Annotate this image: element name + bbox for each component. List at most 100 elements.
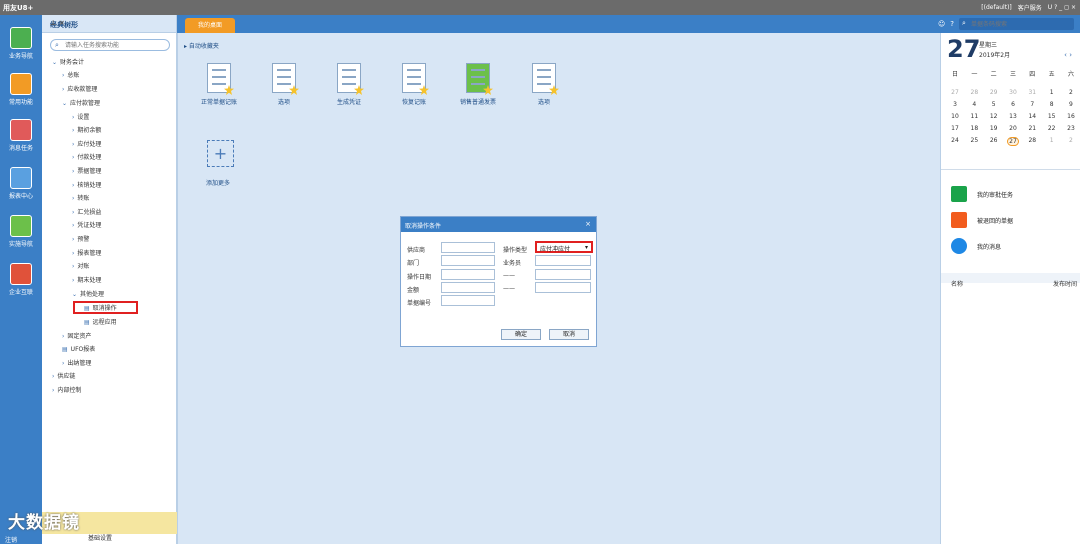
tree-item[interactable]: › 付款处理 <box>0 152 135 161</box>
calendar-date[interactable]: 3 <box>949 101 961 108</box>
window-controls[interactable]: U ? _ ◻ × <box>1048 4 1076 11</box>
dept-input[interactable] <box>441 255 495 266</box>
amount-to-input[interactable] <box>535 282 591 293</box>
tab-desktop[interactable]: 我的桌面 <box>185 18 235 33</box>
op-date-input[interactable] <box>441 269 495 280</box>
calendar-nav-icon[interactable]: ‹ › <box>1064 51 1072 59</box>
calendar-date[interactable]: 10 <box>949 113 961 120</box>
customer-service-link[interactable]: 客户服务 <box>1018 3 1042 12</box>
tree-item[interactable]: ⌄ 其他处理 <box>0 289 135 298</box>
tree-item[interactable]: › 固定资产 <box>0 331 135 340</box>
calendar-date[interactable]: 12 <box>988 113 1000 120</box>
calendar-date[interactable]: 27 <box>949 89 961 96</box>
op-type-select[interactable]: 应付冲应付 ▾ <box>535 241 593 253</box>
calendar-today[interactable]: 27 <box>1006 137 1019 146</box>
tree-item[interactable]: › 设置 <box>0 112 135 121</box>
calendar-date[interactable]: 28 <box>1026 137 1038 146</box>
tree-item[interactable]: ⌄ 财务会计 <box>0 57 135 66</box>
calendar-date[interactable]: 9 <box>1065 101 1077 108</box>
tree-item[interactable]: ⌄ 应付款管理 <box>0 98 135 107</box>
menu-search[interactable]: ⌕ <box>50 39 170 51</box>
calendar-date[interactable]: 15 <box>1046 113 1058 120</box>
task-returned[interactable]: 被退回的单据 <box>951 212 1013 228</box>
amount-input[interactable] <box>441 282 495 293</box>
smile-icon[interactable]: ☺ <box>938 20 945 28</box>
tree-item[interactable]: › 转账 <box>0 193 135 202</box>
calendar-date[interactable]: 13 <box>1007 113 1019 120</box>
calendar-date[interactable]: 17 <box>949 125 961 132</box>
calendar-date[interactable]: 22 <box>1046 125 1058 132</box>
calendar-date[interactable]: 21 <box>1026 125 1038 132</box>
tile-generate-voucher[interactable]: 生成凭证 <box>319 63 379 106</box>
tile-options[interactable]: 选项 <box>254 63 314 106</box>
calendar-date[interactable]: 14 <box>1026 113 1038 120</box>
ok-button[interactable]: 确定 <box>501 329 541 340</box>
tree-item[interactable]: › 票据管理 <box>0 166 135 175</box>
calendar-date[interactable]: 16 <box>1065 113 1077 120</box>
pin-close-icon[interactable]: ⊥ × <box>50 19 170 27</box>
calendar-date[interactable]: 8 <box>1046 101 1058 108</box>
help-icon[interactable]: ? <box>950 20 954 28</box>
tree-item[interactable]: › 期末处理 <box>0 275 135 284</box>
date-to-input[interactable] <box>535 269 591 280</box>
tile-normal-posting[interactable]: 正常单据记账 <box>189 63 249 106</box>
tree-item[interactable]: › 总账 <box>0 70 135 79</box>
calendar-date[interactable]: 31 <box>1026 89 1038 96</box>
bill-no-label: 单据编号 <box>407 300 432 307</box>
task-approval[interactable]: 我的审批任务 <box>951 186 1013 202</box>
calendar-date[interactable]: 24 <box>949 137 961 146</box>
nav-business[interactable]: 业务导航 <box>0 27 42 60</box>
tree-item[interactable]: › 应收款管理 <box>0 84 135 93</box>
tree-item[interactable]: ▤ UFO报表 <box>0 344 135 353</box>
calendar-date[interactable]: 1 <box>1046 89 1058 96</box>
cancel-button[interactable]: 取消 <box>549 329 589 340</box>
calendar-date[interactable]: 20 <box>1007 125 1019 132</box>
tile-options-2[interactable]: 选项 <box>514 63 574 106</box>
salesman-input[interactable] <box>535 255 591 266</box>
tree-item[interactable]: › 内部控制 <box>0 385 135 394</box>
calendar-date[interactable]: 19 <box>988 125 1000 132</box>
calendar-date[interactable]: 11 <box>968 113 980 120</box>
vendor-input[interactable] <box>441 242 495 253</box>
calendar-date[interactable]: 26 <box>988 137 1000 146</box>
calendar-date[interactable]: 6 <box>1007 101 1019 108</box>
invoice-icon <box>466 63 490 93</box>
tree-item[interactable]: › 期初余额 <box>0 125 135 134</box>
auto-favorites-header[interactable]: ▸ 自动收藏夹 <box>184 41 219 50</box>
bill-no-input[interactable] <box>441 295 495 306</box>
bill-search-input[interactable] <box>971 20 1066 28</box>
calendar-date[interactable]: 2 <box>1065 89 1077 96</box>
tree-item[interactable]: › 出纳管理 <box>0 358 135 367</box>
tree-item[interactable]: › 供应链 <box>0 371 135 380</box>
base-settings-button[interactable]: 基础设置 <box>88 533 112 542</box>
calendar-date[interactable]: 18 <box>968 125 980 132</box>
tree-item[interactable]: › 应付处理 <box>0 139 135 148</box>
tree-item[interactable]: › 对账 <box>0 261 135 270</box>
logout-button[interactable]: 注销 <box>5 535 17 544</box>
tree-item[interactable]: › 核销处理 <box>0 180 135 189</box>
calendar-date[interactable]: 23 <box>1065 125 1077 132</box>
calendar-date[interactable]: 4 <box>968 101 980 108</box>
tree-item[interactable]: › 报表管理 <box>0 248 135 257</box>
calendar-date[interactable]: 28 <box>968 89 980 96</box>
calendar-date[interactable]: 30 <box>1007 89 1019 96</box>
calendar-date[interactable]: 25 <box>968 137 980 146</box>
tile-restore-posting[interactable]: 恢复记账 <box>384 63 444 106</box>
search-icon: ⌕ <box>55 41 59 49</box>
calendar-date[interactable]: 5 <box>988 101 1000 108</box>
calendar-date[interactable]: 29 <box>988 89 1000 96</box>
tree-item[interactable]: ▤ 远程应用 <box>0 317 135 326</box>
calendar-date[interactable]: 7 <box>1026 101 1038 108</box>
menu-search-input[interactable] <box>65 41 165 50</box>
bill-search[interactable]: ⌕ <box>959 18 1074 30</box>
calendar-date[interactable]: 1 <box>1046 137 1058 146</box>
tile-sales-invoice[interactable]: 销售普通发票 <box>448 63 508 106</box>
calendar-week-row: 34 567 89 <box>949 101 1077 108</box>
tree-item[interactable]: › 预警 <box>0 234 135 243</box>
add-more-button[interactable]: + <box>207 140 234 167</box>
task-messages[interactable]: 我的消息 <box>951 238 1001 254</box>
tree-item[interactable]: › 凭证处理 <box>0 220 135 229</box>
close-icon[interactable]: × <box>585 220 591 228</box>
calendar-date[interactable]: 2 <box>1065 137 1077 146</box>
tree-item[interactable]: › 汇兑损益 <box>0 207 135 216</box>
